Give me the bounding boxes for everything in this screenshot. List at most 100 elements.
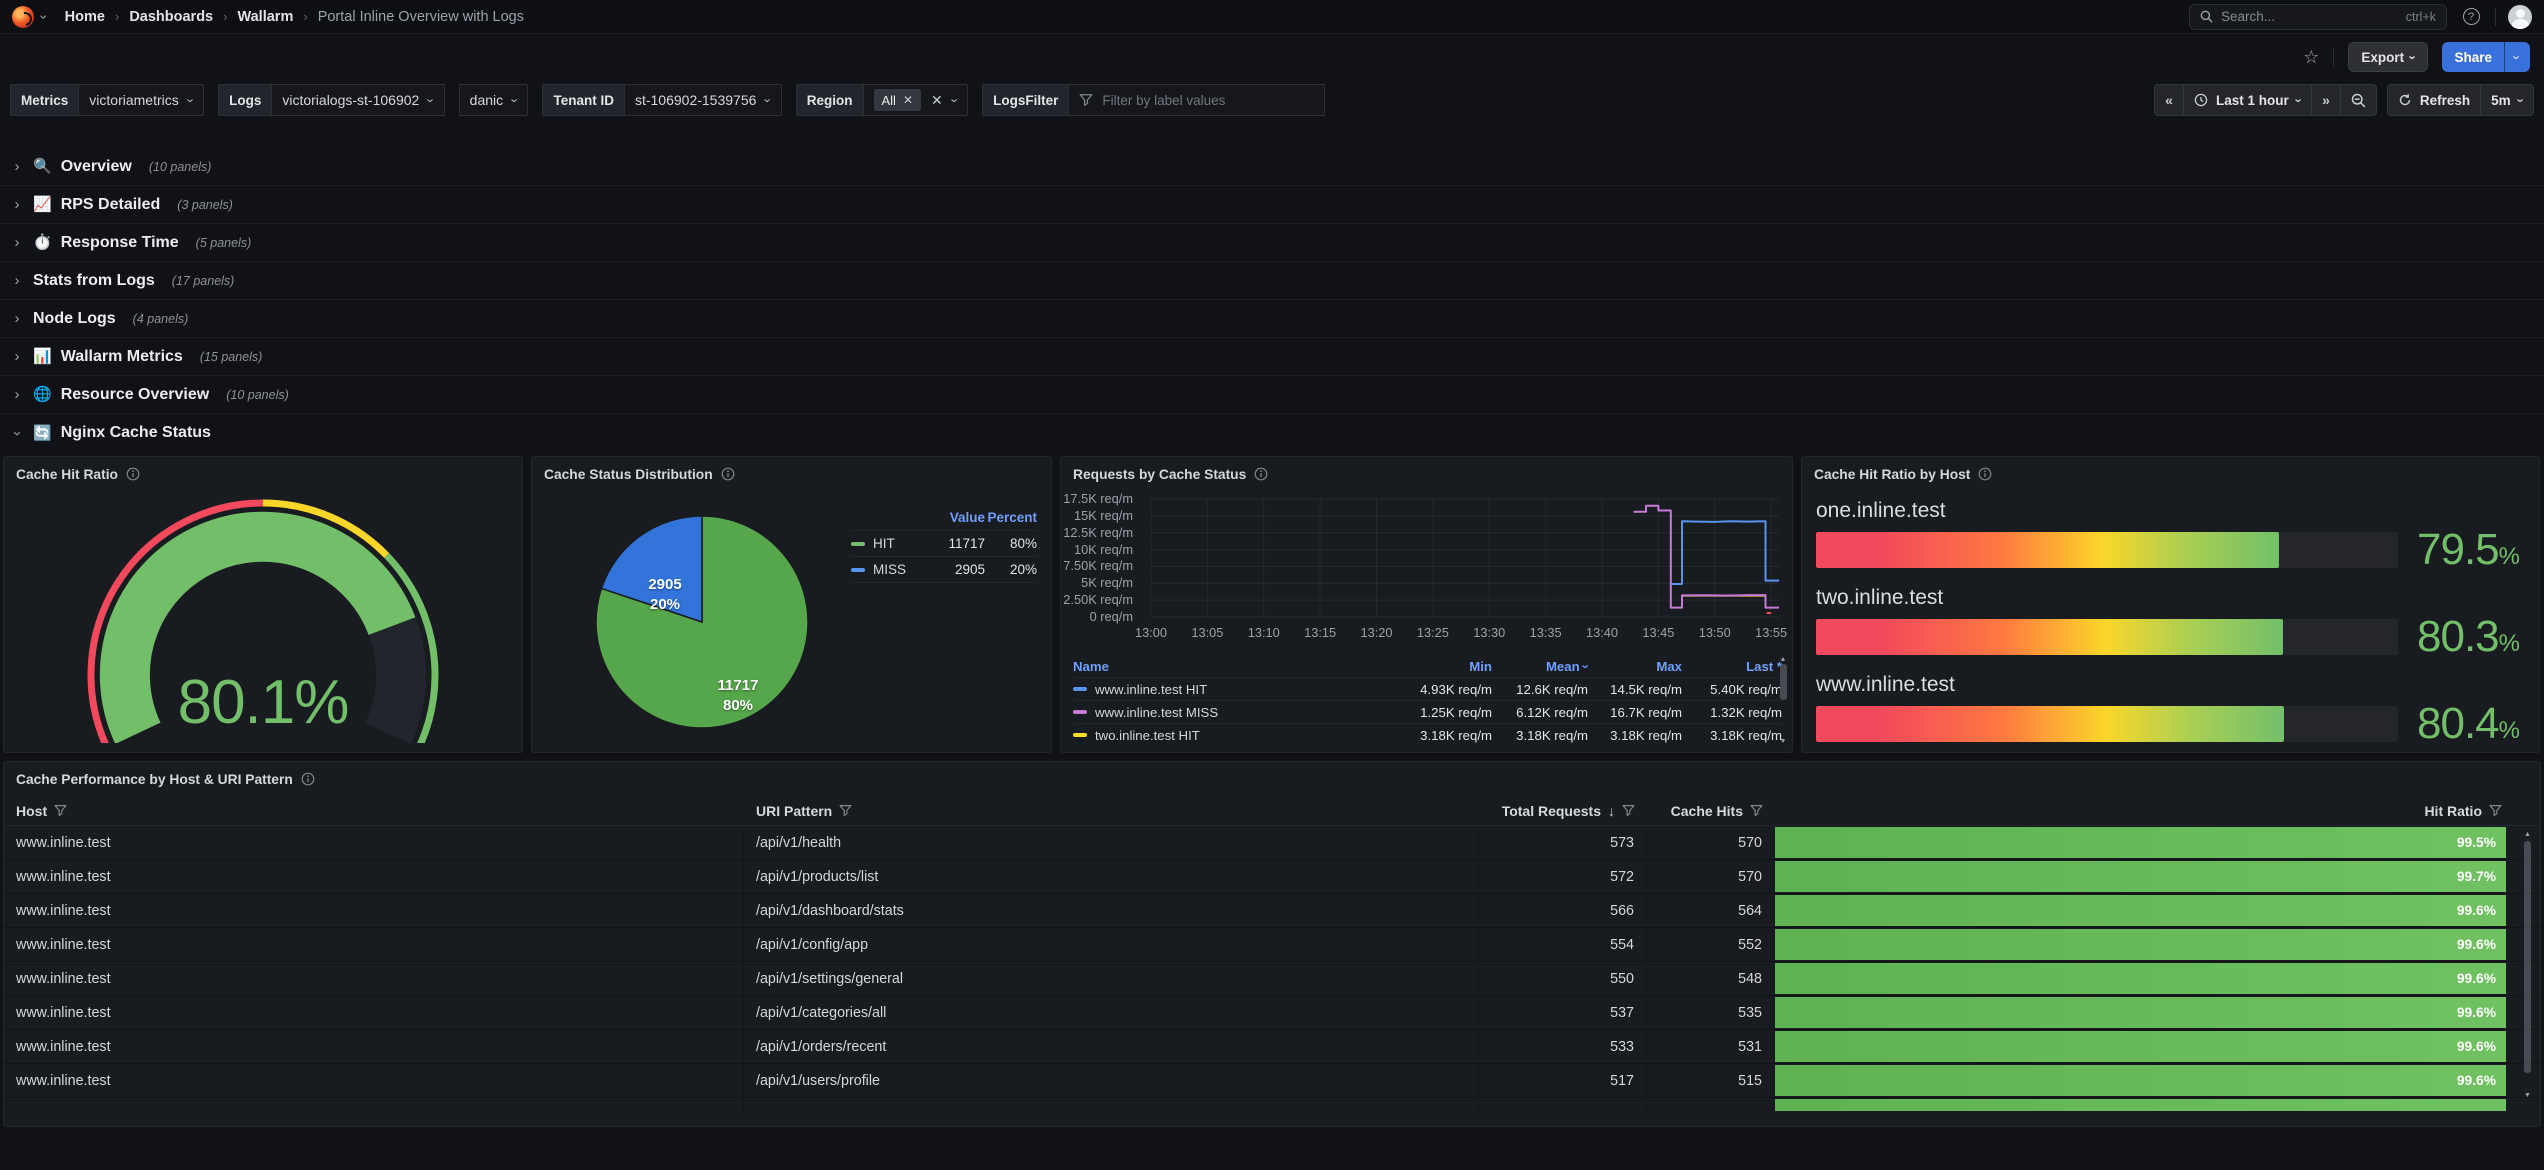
- breadcrumb-dashboards[interactable]: Dashboards: [129, 9, 213, 25]
- chevron-down-icon[interactable]: [42, 10, 47, 24]
- info-icon[interactable]: [1254, 467, 1268, 481]
- x-axis-tick-label: 13:30: [1473, 625, 1505, 640]
- scroll-up-icon[interactable]: [2524, 830, 2531, 839]
- panel-title[interactable]: Cache Status Distribution: [544, 467, 713, 482]
- legend-header-name[interactable]: Name: [1073, 659, 1398, 674]
- info-icon[interactable]: [126, 467, 140, 481]
- share-split-button: Share: [2442, 42, 2530, 72]
- legend-row[interactable]: two.inline.test HIT 3.18K req/m 3.18K re…: [1073, 723, 1782, 746]
- time-back-button[interactable]: «: [2154, 84, 2183, 116]
- clear-icon[interactable]: ✕: [931, 93, 943, 107]
- export-button[interactable]: Export: [2348, 42, 2428, 72]
- panel-title[interactable]: Requests by Cache Status: [1073, 467, 1246, 482]
- panel-title[interactable]: Cache Hit Ratio by Host: [1814, 467, 1970, 482]
- share-button[interactable]: Share: [2442, 42, 2504, 72]
- panel-title[interactable]: Cache Performance by Host & URI Pattern: [16, 772, 293, 787]
- legend-row-miss[interactable]: MISS 2905 20%: [851, 557, 1037, 583]
- panel-requests-by-cache-status: Requests by Cache Status 17.5K req/m15K …: [1060, 456, 1793, 753]
- filter-icon[interactable]: [2489, 804, 2502, 817]
- table-row[interactable]: www.inline.test /api/v1/orders/recent 53…: [4, 1030, 2540, 1064]
- column-header-total-requests[interactable]: Total Requests: [1479, 803, 1647, 819]
- dashboard-row-header[interactable]: 🔄 Nginx Cache Status: [0, 414, 2544, 452]
- refresh-button[interactable]: Refresh: [2387, 84, 2480, 116]
- panel-title[interactable]: Cache Hit Ratio: [16, 467, 118, 482]
- info-icon[interactable]: [721, 467, 735, 481]
- dashboard-row-header[interactable]: Stats from Logs (17 panels): [0, 262, 2544, 300]
- legend-header-last[interactable]: Last *: [1682, 659, 1782, 674]
- table-row[interactable]: www.inline.test /api/v1/categories/all 5…: [4, 996, 2540, 1030]
- panel-cache-hit-ratio-by-host: Cache Hit Ratio by Host one.inline.test …: [1801, 456, 2540, 753]
- panel-cache-hit-ratio: Cache Hit Ratio 80.1%: [3, 456, 523, 753]
- panel-cache-status-distribution: Cache Status Distribution 290520% 117178…: [531, 456, 1052, 753]
- legend-header-mean[interactable]: Mean: [1492, 659, 1588, 674]
- x-axis-tick-label: 13:55: [1755, 625, 1787, 640]
- variable-logsfilter[interactable]: LogsFilter Filter by label values: [982, 84, 1325, 116]
- legend-row[interactable]: www.inline.test MISS 1.25K req/m 6.12K r…: [1073, 700, 1782, 723]
- legend-header-min[interactable]: Min: [1398, 659, 1492, 674]
- region-chip[interactable]: All✕: [874, 89, 922, 111]
- dashboard-row-header[interactable]: ⏱️ Response Time (5 panels): [0, 224, 2544, 262]
- variable-metrics[interactable]: Metrics victoriametrics: [10, 84, 204, 116]
- scrollbar-thumb[interactable]: [1780, 664, 1787, 700]
- breadcrumb-home[interactable]: Home: [65, 9, 105, 25]
- dashboard-row-header[interactable]: 📊 Wallarm Metrics (15 panels): [0, 338, 2544, 376]
- variable-logs[interactable]: Logs victorialogs-st-106902: [218, 84, 445, 116]
- cell-host: www.inline.test: [4, 826, 744, 859]
- table-row[interactable]: www.inline.test /api/v1/users/profile 51…: [4, 1064, 2540, 1098]
- table-row[interactable]: www.inline.test /api/v1/settings/general…: [4, 962, 2540, 996]
- info-icon[interactable]: [1978, 467, 1992, 481]
- dashboard-row-header[interactable]: 📈 RPS Detailed (3 panels): [0, 186, 2544, 224]
- scroll-down-icon[interactable]: [1780, 737, 1787, 746]
- star-icon[interactable]: [2303, 47, 2319, 68]
- label-filter-input[interactable]: Filter by label values: [1069, 85, 1324, 115]
- dashboard-row-header[interactable]: Node Logs (4 panels): [0, 300, 2544, 338]
- table-scrollbar[interactable]: [2523, 830, 2532, 1100]
- variable-region[interactable]: Region All✕ ✕: [796, 84, 968, 116]
- time-forward-button[interactable]: »: [2311, 84, 2340, 116]
- funnel-icon: [1079, 93, 1093, 107]
- filter-icon[interactable]: [1622, 804, 1635, 817]
- grafana-logo-icon[interactable]: [12, 6, 34, 28]
- legend-scrollbar[interactable]: [1778, 655, 1788, 746]
- remove-chip-icon[interactable]: ✕: [903, 93, 913, 107]
- bar-gauges: one.inline.test 79.5% two.inline.test: [1802, 491, 2539, 746]
- filter-icon[interactable]: [839, 804, 852, 817]
- help-button[interactable]: ?: [2459, 5, 2483, 29]
- legend-row-hit[interactable]: HIT 11717 80%: [851, 531, 1037, 557]
- column-header-host[interactable]: Host: [4, 803, 744, 819]
- info-icon[interactable]: [301, 772, 315, 786]
- table-row[interactable]: www.inline.test /api/v1/config/app 554 5…: [4, 928, 2540, 962]
- scroll-up-icon[interactable]: [1780, 655, 1787, 664]
- cell-host: www.inline.test: [4, 1064, 744, 1097]
- legend-header-max[interactable]: Max: [1588, 659, 1682, 674]
- search-input[interactable]: Search... ctrl+k: [2189, 4, 2447, 30]
- table-row[interactable]: www.inline.test /api/v1/products/list 57…: [4, 860, 2540, 894]
- table-row[interactable]: www.inline.test /api/v1/dashboard/stats …: [4, 894, 2540, 928]
- table-row[interactable]: www.inline.test /api/v1/health 573 570 9…: [4, 826, 2540, 860]
- timeseries-chart[interactable]: 17.5K req/m15K req/m12.5K req/m10K req/m…: [1065, 493, 1788, 647]
- scrollbar-thumb[interactable]: [2524, 841, 2531, 1073]
- scroll-down-icon[interactable]: [2524, 1091, 2531, 1100]
- share-menu-button[interactable]: [2504, 42, 2530, 72]
- filter-icon[interactable]: [1750, 804, 1763, 817]
- breadcrumb-folder[interactable]: Wallarm: [237, 9, 293, 25]
- legend-header-percent[interactable]: Percent: [985, 510, 1037, 525]
- column-header-hit-ratio[interactable]: Hit Ratio: [1775, 803, 2514, 819]
- variable-tenant-id[interactable]: Tenant ID st-106902-1539756: [542, 84, 781, 116]
- legend-header-value[interactable]: Value: [929, 510, 985, 525]
- dashboard-row-header[interactable]: 🌐 Resource Overview (10 panels): [0, 376, 2544, 414]
- filter-icon[interactable]: [54, 804, 67, 817]
- refresh-interval-picker[interactable]: 5m: [2480, 84, 2534, 116]
- zoom-out-button[interactable]: [2340, 84, 2377, 116]
- export-label: Export: [2361, 50, 2404, 65]
- time-range-picker[interactable]: Last 1 hour: [2183, 84, 2311, 116]
- column-header-uri-pattern[interactable]: URI Pattern: [744, 803, 1479, 819]
- variables-bar: Metrics victoriametrics Logs victorialog…: [0, 80, 2544, 126]
- variable-value: victoriametrics: [89, 92, 178, 108]
- legend-row[interactable]: www.inline.test HIT 4.93K req/m 12.6K re…: [1073, 677, 1782, 700]
- dashboard-row-header[interactable]: 🔍 Overview (10 panels): [0, 148, 2544, 186]
- variable-danic[interactable]: danic: [459, 84, 529, 116]
- column-header-cache-hits[interactable]: Cache Hits: [1647, 803, 1775, 819]
- user-avatar[interactable]: [2508, 5, 2532, 29]
- hit-ratio-bar: 99.6%: [1775, 1065, 2506, 1096]
